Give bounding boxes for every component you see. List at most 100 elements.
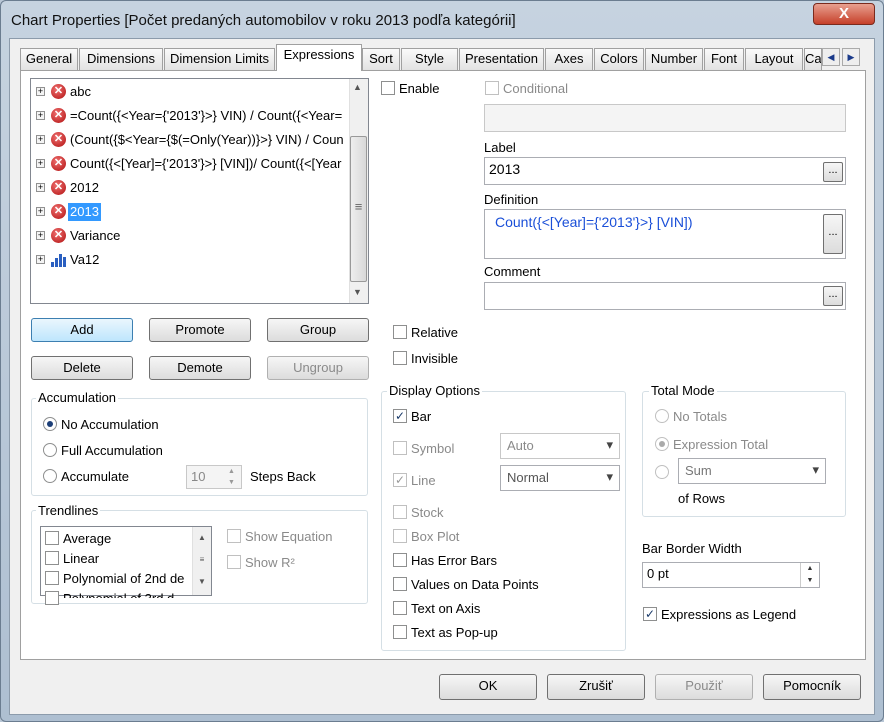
expand-icon[interactable]: + xyxy=(36,87,45,96)
no-accumulation-radio[interactable] xyxy=(43,417,57,431)
add-button[interactable]: Add xyxy=(31,318,133,342)
trendline-checkbox[interactable] xyxy=(45,531,59,545)
scroll-thumb[interactable]: ≡ xyxy=(350,136,367,282)
display-options-title: Display Options xyxy=(387,383,483,398)
trendlines-scrollbar[interactable]: ▲ ≡ ▼ xyxy=(192,527,211,595)
conditional-input[interactable] xyxy=(484,104,846,132)
definition-edit-button[interactable]: ... xyxy=(823,214,843,254)
expand-icon[interactable]: + xyxy=(36,255,45,264)
scroll-down-icon[interactable]: ▼ xyxy=(353,287,362,297)
scroll-up-icon[interactable]: ▲ xyxy=(353,82,362,92)
box-plot-checkbox[interactable] xyxy=(393,529,407,543)
accumulate-label: Accumulate xyxy=(61,469,129,484)
sum-radio[interactable] xyxy=(655,465,669,479)
line-style-select[interactable]: Normal xyxy=(500,465,620,491)
expand-icon[interactable]: + xyxy=(36,183,45,192)
label-edit-button[interactable]: ... xyxy=(823,162,843,182)
steps-spinner[interactable]: ▲ ▼ xyxy=(222,466,241,488)
conditional-checkbox[interactable] xyxy=(485,81,499,95)
accumulate-radio[interactable] xyxy=(43,469,57,483)
stock-checkbox[interactable] xyxy=(393,505,407,519)
bar-border-width-label: Bar Border Width xyxy=(642,541,742,556)
values-on-data-points-checkbox[interactable] xyxy=(393,577,407,591)
demote-button[interactable]: Demote xyxy=(149,356,251,380)
label-title: Label xyxy=(484,140,516,155)
label-input[interactable]: 2013 xyxy=(484,157,846,185)
total-mode-title: Total Mode xyxy=(649,383,717,398)
help-button[interactable]: Pomocník xyxy=(763,674,861,700)
tab-number[interactable]: Number xyxy=(645,48,703,70)
expression-label: =Count({<Year={'2013'}>} VIN) / Count({<… xyxy=(70,108,343,123)
relative-checkbox[interactable] xyxy=(393,325,407,339)
delete-button[interactable]: Delete xyxy=(31,356,133,380)
tab-scroll-left[interactable]: ◀ xyxy=(822,48,840,66)
expression-label: 2012 xyxy=(70,180,99,195)
error-icon: ✕ xyxy=(51,156,66,171)
definition-input[interactable]: Count({<[Year]={'2013'}>} [VIN]) xyxy=(484,209,846,259)
expression-label: abc xyxy=(70,84,91,99)
ungroup-button[interactable]: Ungroup xyxy=(267,356,369,380)
symbol-value: Auto xyxy=(507,438,534,453)
no-totals-label: No Totals xyxy=(673,409,727,424)
tab-dimensions[interactable]: Dimensions xyxy=(79,48,163,70)
comment-input[interactable] xyxy=(484,282,846,310)
text-on-axis-checkbox[interactable] xyxy=(393,601,407,615)
error-bars-checkbox[interactable] xyxy=(393,553,407,567)
show-equation-checkbox[interactable] xyxy=(227,529,241,543)
expand-icon[interactable]: + xyxy=(36,231,45,240)
definition-title: Definition xyxy=(484,192,539,207)
tab-sort[interactable]: Sort xyxy=(362,48,400,70)
tab-scroll-right[interactable]: ▶ xyxy=(842,48,860,66)
text-as-popup-checkbox[interactable] xyxy=(393,625,407,639)
close-button[interactable]: X xyxy=(813,3,875,25)
expand-icon[interactable]: + xyxy=(36,207,45,216)
trendline-label: Average xyxy=(63,531,112,546)
apply-button[interactable]: Použiť xyxy=(655,674,753,700)
full-accumulation-label: Full Accumulation xyxy=(61,443,163,458)
show-r2-checkbox[interactable] xyxy=(227,555,241,569)
tab-font[interactable]: Font xyxy=(704,48,744,70)
tab-axes[interactable]: Axes xyxy=(545,48,593,70)
symbol-checkbox[interactable] xyxy=(393,441,407,455)
expand-icon[interactable]: + xyxy=(36,135,45,144)
text-on-axis-label: Text on Axis xyxy=(411,601,481,616)
trendline-checkbox[interactable] xyxy=(45,591,59,605)
cancel-button[interactable]: Zrušiť xyxy=(547,674,645,700)
error-icon: ✕ xyxy=(51,84,66,99)
tab-layout[interactable]: Layout xyxy=(745,48,803,70)
tab-presentation[interactable]: Presentation xyxy=(459,48,544,70)
group-button[interactable]: Group xyxy=(267,318,369,342)
line-checkbox[interactable]: ✓ xyxy=(393,473,407,487)
ok-button[interactable]: OK xyxy=(439,674,537,700)
bar-border-width-input[interactable]: 0 pt xyxy=(642,562,820,588)
tab-expressions[interactable]: Expressions xyxy=(276,44,362,71)
tab-colors[interactable]: Colors xyxy=(594,48,644,70)
expression-label: (Count({$<Year={$(=Only(Year))}>} VIN) /… xyxy=(70,132,344,147)
bar-checkbox[interactable]: ✓ xyxy=(393,409,407,423)
tab-ca[interactable]: Ca xyxy=(804,48,822,70)
values-on-data-points-label: Values on Data Points xyxy=(411,577,539,592)
no-totals-radio[interactable] xyxy=(655,409,669,423)
trendline-checkbox[interactable] xyxy=(45,551,59,565)
expression-label: Va12 xyxy=(70,252,100,267)
expressions-as-legend-checkbox[interactable]: ✓ xyxy=(643,607,657,621)
promote-button[interactable]: Promote xyxy=(149,318,251,342)
expression-total-radio[interactable] xyxy=(655,437,669,451)
line-label: Line xyxy=(411,473,436,488)
sum-select[interactable]: Sum xyxy=(678,458,826,484)
invisible-checkbox[interactable] xyxy=(393,351,407,365)
bar-border-spinner[interactable]: ▲ ▼ xyxy=(800,563,819,587)
expand-icon[interactable]: + xyxy=(36,159,45,168)
tab-dimension-limits[interactable]: Dimension Limits xyxy=(164,48,275,70)
tab-general[interactable]: General xyxy=(20,48,78,70)
comment-edit-button[interactable]: ... xyxy=(823,286,843,306)
definition-function: Count( xyxy=(495,214,538,230)
expressions-as-legend-label: Expressions as Legend xyxy=(661,607,797,622)
expand-icon[interactable]: + xyxy=(36,111,45,120)
full-accumulation-radio[interactable] xyxy=(43,443,57,457)
text-as-popup-label: Text as Pop-up xyxy=(411,625,498,640)
tab-style[interactable]: Style xyxy=(401,48,458,70)
enable-checkbox[interactable] xyxy=(381,81,395,95)
trendline-checkbox[interactable] xyxy=(45,571,59,585)
symbol-select[interactable]: Auto xyxy=(500,433,620,459)
